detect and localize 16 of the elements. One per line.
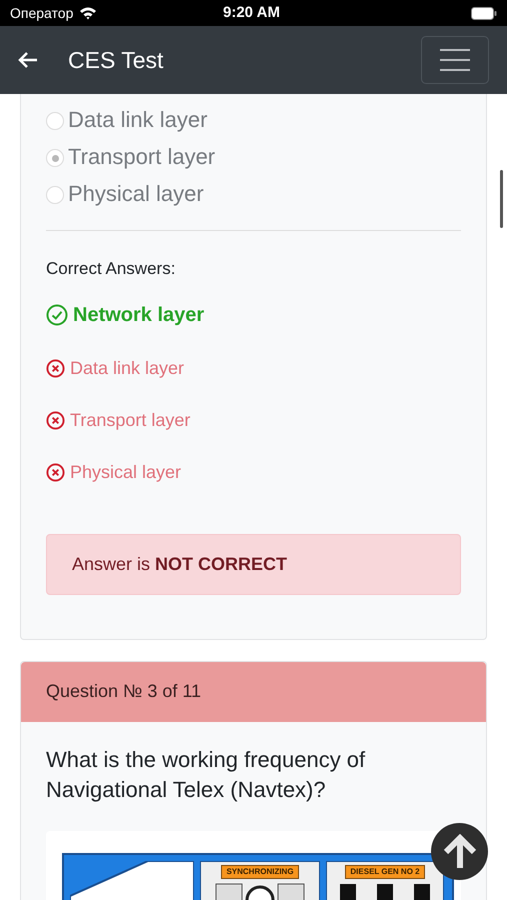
option-label: Transport layer: [68, 143, 216, 171]
clock: 9:20 AM: [223, 2, 280, 23]
answer-label: Physical layer: [70, 460, 182, 484]
question-text: What is the working frequency of Navigational Telex (Navtex)?: [45, 746, 366, 804]
page-title: CES Test: [68, 46, 164, 75]
panel-label: DIESEL GEN NO 2: [345, 864, 425, 878]
carrier-name: Оператор: [10, 4, 74, 23]
answer-label: Transport layer: [70, 408, 190, 432]
question-number: Question № 3 of 11: [46, 680, 202, 703]
panel-label: SYNCHRONIZING: [221, 864, 299, 878]
answer-label: Data link layer: [70, 356, 184, 380]
answer-label: Network layer: [73, 302, 204, 328]
option-label: Physical layer: [68, 180, 204, 208]
option-label: Data link layer: [68, 106, 208, 134]
result-text: Answer is NOT CORRECT: [72, 552, 288, 576]
answers-heading: Correct Answers:: [46, 258, 176, 280]
